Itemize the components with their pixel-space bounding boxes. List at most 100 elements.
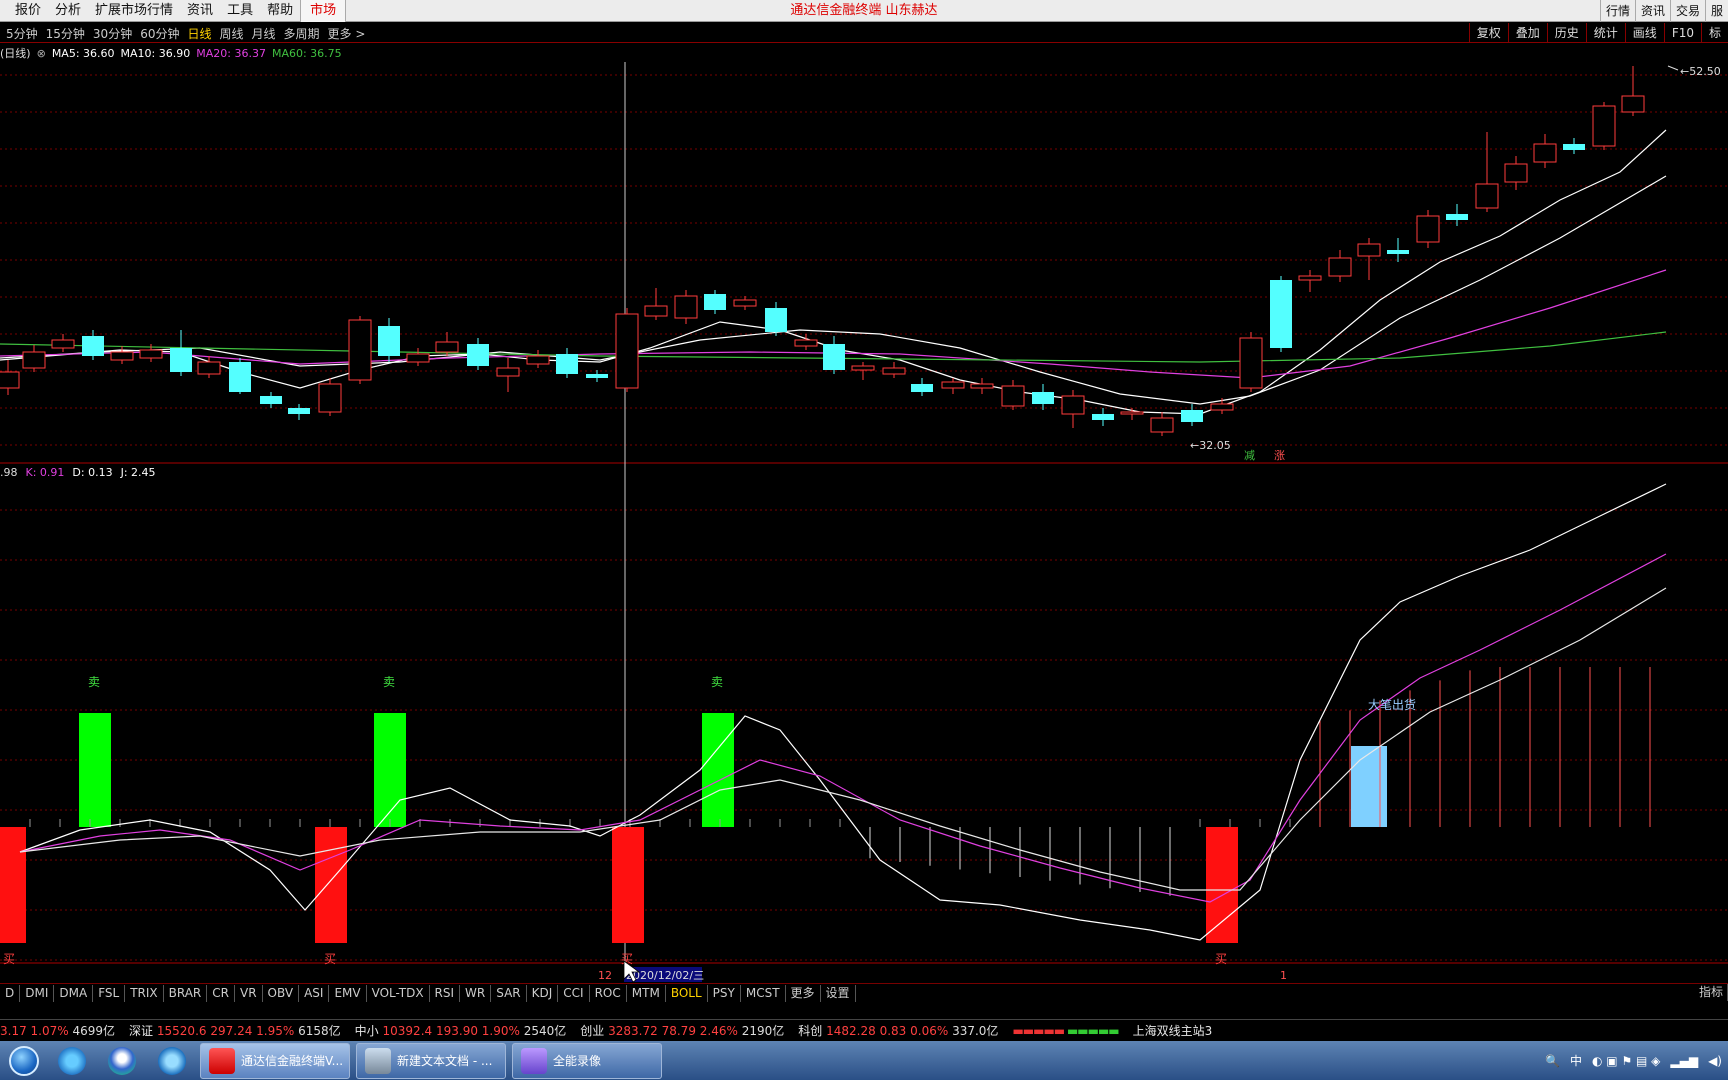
ind-tab[interactable]: RSI bbox=[430, 984, 461, 1002]
task-recorder[interactable]: 全能录像 bbox=[512, 1042, 662, 1079]
task-notepad[interactable]: 新建文本文档 - ... bbox=[356, 1042, 506, 1079]
chart-canvas[interactable]: ←52.50←32.05减 涨卖卖卖买买买买大笔出货12 2020/12/02/三 1 bbox=[0, 44, 1728, 982]
ind-tab[interactable]: VOL-TDX bbox=[367, 984, 430, 1002]
task-tdx[interactable]: 通达信金融终端V... bbox=[200, 1042, 350, 1079]
ind-tab[interactable]: DMA bbox=[54, 984, 94, 1002]
ind-tab[interactable]: KDJ bbox=[527, 984, 559, 1002]
btn-quotes[interactable]: 行情 bbox=[1599, 0, 1635, 22]
tdx-icon bbox=[209, 1047, 235, 1074]
candle-body bbox=[1210, 403, 1234, 411]
ind-tab[interactable]: BOLL bbox=[666, 984, 708, 1002]
axis-tick-1: 1 bbox=[1280, 969, 1287, 982]
candle-body bbox=[615, 313, 639, 389]
tool-cut[interactable]: 标 bbox=[1700, 23, 1728, 43]
btn-service[interactable]: 服 bbox=[1704, 0, 1728, 22]
menu-help[interactable]: 帮助 bbox=[260, 0, 300, 22]
menu-market[interactable]: 市场 bbox=[300, 0, 347, 22]
tool-overlay[interactable]: 叠加 bbox=[1507, 23, 1547, 43]
sz-index[interactable]: 深证 15520.6 297.24 1.95% 6158亿 bbox=[129, 1022, 341, 1039]
search-icon[interactable]: 🔍 bbox=[1545, 1054, 1560, 1068]
tool-f10[interactable]: F10 bbox=[1663, 23, 1701, 43]
price-low-label: ←32.05 bbox=[1190, 439, 1231, 452]
cy-index[interactable]: 创业 3283.72 78.79 2.46% 2190亿 bbox=[580, 1022, 784, 1039]
btn-trade[interactable]: 交易 bbox=[1669, 0, 1705, 22]
taskbar-app2[interactable] bbox=[100, 1043, 144, 1079]
ind-tab-more[interactable]: 更多 bbox=[786, 984, 821, 1002]
candle-body bbox=[467, 344, 489, 366]
server-station[interactable]: 上海双线主站3 bbox=[1133, 1022, 1213, 1039]
price-high-pointer bbox=[1667, 65, 1679, 71]
menu-analysis[interactable]: 分析 bbox=[48, 0, 88, 22]
market-breadth-icon: ▬▬▬▬▬ ▬▬▬▬▬ bbox=[1012, 1023, 1119, 1038]
tool-stats[interactable]: 统计 bbox=[1585, 23, 1625, 43]
period-multi[interactable]: 多周期 bbox=[280, 25, 324, 42]
candle-body bbox=[1416, 215, 1440, 243]
ma-toggle-icon[interactable]: ⊗ bbox=[37, 47, 46, 60]
ind-tab[interactable]: MTM bbox=[627, 984, 666, 1002]
volume-icon[interactable]: ◀) bbox=[1708, 1054, 1722, 1068]
ind-tab[interactable]: EMV bbox=[329, 984, 367, 1002]
ma-legend: (日线) ⊗ MA5: 36.60 MA10: 36.90 MA20: 36.3… bbox=[0, 45, 348, 61]
zx-index[interactable]: 中小 10392.4 193.90 1.90% 2540亿 bbox=[355, 1022, 567, 1039]
ind-tab[interactable]: CCI bbox=[558, 984, 590, 1002]
period-15min[interactable]: 15分钟 bbox=[42, 25, 89, 42]
ind-tab[interactable]: ASI bbox=[299, 984, 330, 1002]
start-button[interactable] bbox=[4, 1043, 44, 1079]
ind-tab[interactable]: SAR bbox=[491, 984, 527, 1002]
ind-tab[interactable]: PSY bbox=[708, 984, 741, 1002]
candle-body bbox=[1446, 214, 1468, 220]
ind-tab[interactable]: MCST bbox=[741, 984, 786, 1002]
ind-tab[interactable]: ROC bbox=[590, 984, 627, 1002]
period-weekly[interactable]: 周线 bbox=[216, 25, 248, 42]
ind-tab[interactable]: TRIX bbox=[125, 984, 164, 1002]
signal-up-label: 涨 bbox=[1274, 449, 1285, 462]
candle-body bbox=[378, 326, 400, 356]
period-toolbar: 5分钟 15分钟 30分钟 60分钟 日线 周线 月线 多周期 更多 > 复权 … bbox=[0, 23, 1728, 43]
period-monthly[interactable]: 月线 bbox=[248, 25, 280, 42]
menu-news[interactable]: 资讯 bbox=[180, 0, 220, 22]
menu-quote[interactable]: 报价 bbox=[8, 0, 48, 22]
period-30min[interactable]: 30分钟 bbox=[89, 25, 136, 42]
candle-body bbox=[1563, 144, 1585, 150]
period-5min[interactable]: 5分钟 bbox=[2, 25, 42, 42]
tray-icons[interactable]: ◐ ▣ ⚑ ▤ ◈ bbox=[1592, 1054, 1660, 1068]
taskbar-app3[interactable] bbox=[150, 1043, 194, 1079]
ind-tab[interactable]: WR bbox=[460, 984, 492, 1002]
taskbar-ie[interactable] bbox=[50, 1043, 94, 1079]
candle-body bbox=[496, 367, 520, 377]
period-60min[interactable]: 60分钟 bbox=[136, 25, 183, 42]
kc-index[interactable]: 科创 1482.28 0.83 0.06% 337.0亿 bbox=[798, 1022, 998, 1039]
period-more[interactable]: 更多 > bbox=[324, 25, 370, 42]
candle-body bbox=[882, 367, 906, 375]
kdj-d-line bbox=[19, 587, 1667, 891]
candle-body bbox=[586, 374, 608, 378]
ma5-value: MA5: 36.60 bbox=[51, 46, 115, 60]
ind-tab-settings[interactable]: 设置 bbox=[821, 984, 856, 1002]
candle-body bbox=[1120, 411, 1144, 415]
ind-tab[interactable]: DMI bbox=[20, 984, 55, 1002]
app-icon bbox=[158, 1046, 186, 1075]
menu-tools[interactable]: 工具 bbox=[220, 0, 260, 22]
tool-history[interactable]: 历史 bbox=[1546, 23, 1586, 43]
candle-body bbox=[851, 365, 875, 371]
tool-adjust[interactable]: 复权 bbox=[1468, 23, 1508, 43]
buy-label: 买 bbox=[3, 952, 15, 966]
ime-indicator[interactable]: 中 bbox=[1570, 1052, 1582, 1069]
ind-tab-indicator[interactable]: 指标 bbox=[1695, 984, 1728, 1001]
candle-body bbox=[1150, 417, 1174, 433]
buy-bar bbox=[315, 827, 347, 943]
ind-tab[interactable]: FSL bbox=[93, 984, 126, 1002]
ind-tab[interactable]: CR bbox=[207, 984, 235, 1002]
period-daily[interactable]: 日线 bbox=[183, 25, 215, 42]
menu-ext-market[interactable]: 扩展市场行情 bbox=[88, 0, 180, 22]
btn-info[interactable]: 资讯 bbox=[1634, 0, 1670, 22]
tool-draw[interactable]: 画线 bbox=[1624, 23, 1664, 43]
candle-body bbox=[260, 396, 282, 404]
index-bar: 3.17 1.07% 4699亿 深证 15520.6 297.24 1.95%… bbox=[0, 1019, 1728, 1041]
ind-tab[interactable]: D bbox=[0, 984, 21, 1002]
ind-tab[interactable]: OBV bbox=[263, 984, 300, 1002]
ma60-value: MA60: 36.75 bbox=[271, 46, 342, 60]
ind-tab[interactable]: BRAR bbox=[164, 984, 208, 1002]
ind-tab[interactable]: VR bbox=[235, 984, 263, 1002]
network-icon[interactable]: ▂▄▆ bbox=[1670, 1054, 1698, 1068]
